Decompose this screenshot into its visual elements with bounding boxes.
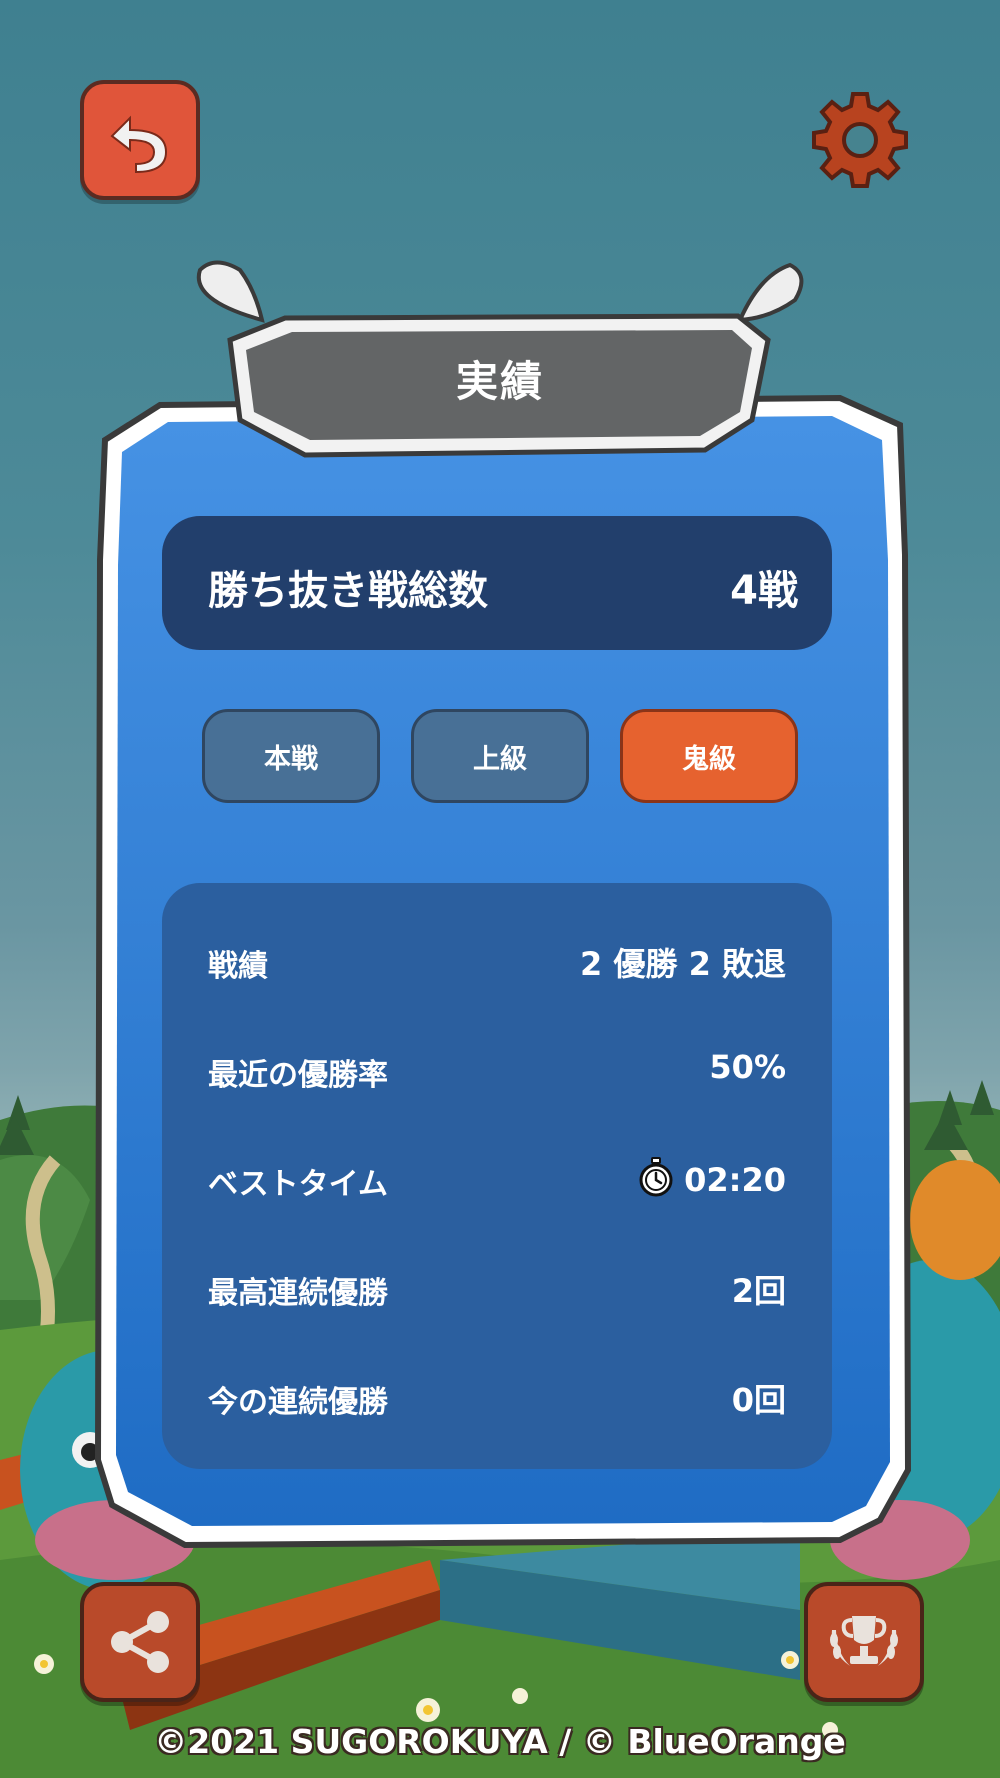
copyright-text: ©2021 SUGOROKUYA / © BlueOrange [154,1722,846,1761]
page-title: 実績 [455,357,544,406]
stats-panel: 戦績 2 優勝 2 敗退 最近の優勝率 50% ベストタイム 02:20 最高連… [162,883,832,1469]
total-tournaments-panel: 勝ち抜き戦総数 4戦 [162,516,832,650]
best-time-label: ベストタイム [208,1167,388,1202]
total-tournaments-value: 4戦 [730,568,798,614]
best-time-text: 02:20 [684,1161,786,1199]
max-win-streak-value: 2回 [731,1272,786,1310]
record-value: 2 優勝 2 敗退 [580,945,786,983]
trophy-icon [830,1616,898,1666]
total-tournaments-label: 勝ち抜き戦総数 [208,568,488,614]
stopwatch-icon [639,1157,673,1197]
tab-joukyu[interactable]: 上級 [411,709,589,803]
trophy-button[interactable] [804,1582,924,1702]
tab-honsen[interactable]: 本戦 [202,709,380,803]
recent-win-rate-label: 最近の優勝率 [208,1058,388,1093]
share-icon [111,1611,169,1673]
current-win-streak-value: 0回 [731,1381,786,1419]
record-label: 戦績 [208,949,268,984]
best-time-value: 02:20 [636,1157,786,1199]
max-win-streak-label: 最高連続優勝 [208,1276,388,1311]
current-win-streak-label: 今の連続優勝 [208,1385,388,1420]
recent-win-rate-value: 50% [709,1048,786,1086]
share-button[interactable] [80,1582,200,1702]
tab-onikyu[interactable]: 鬼級 [620,709,798,803]
